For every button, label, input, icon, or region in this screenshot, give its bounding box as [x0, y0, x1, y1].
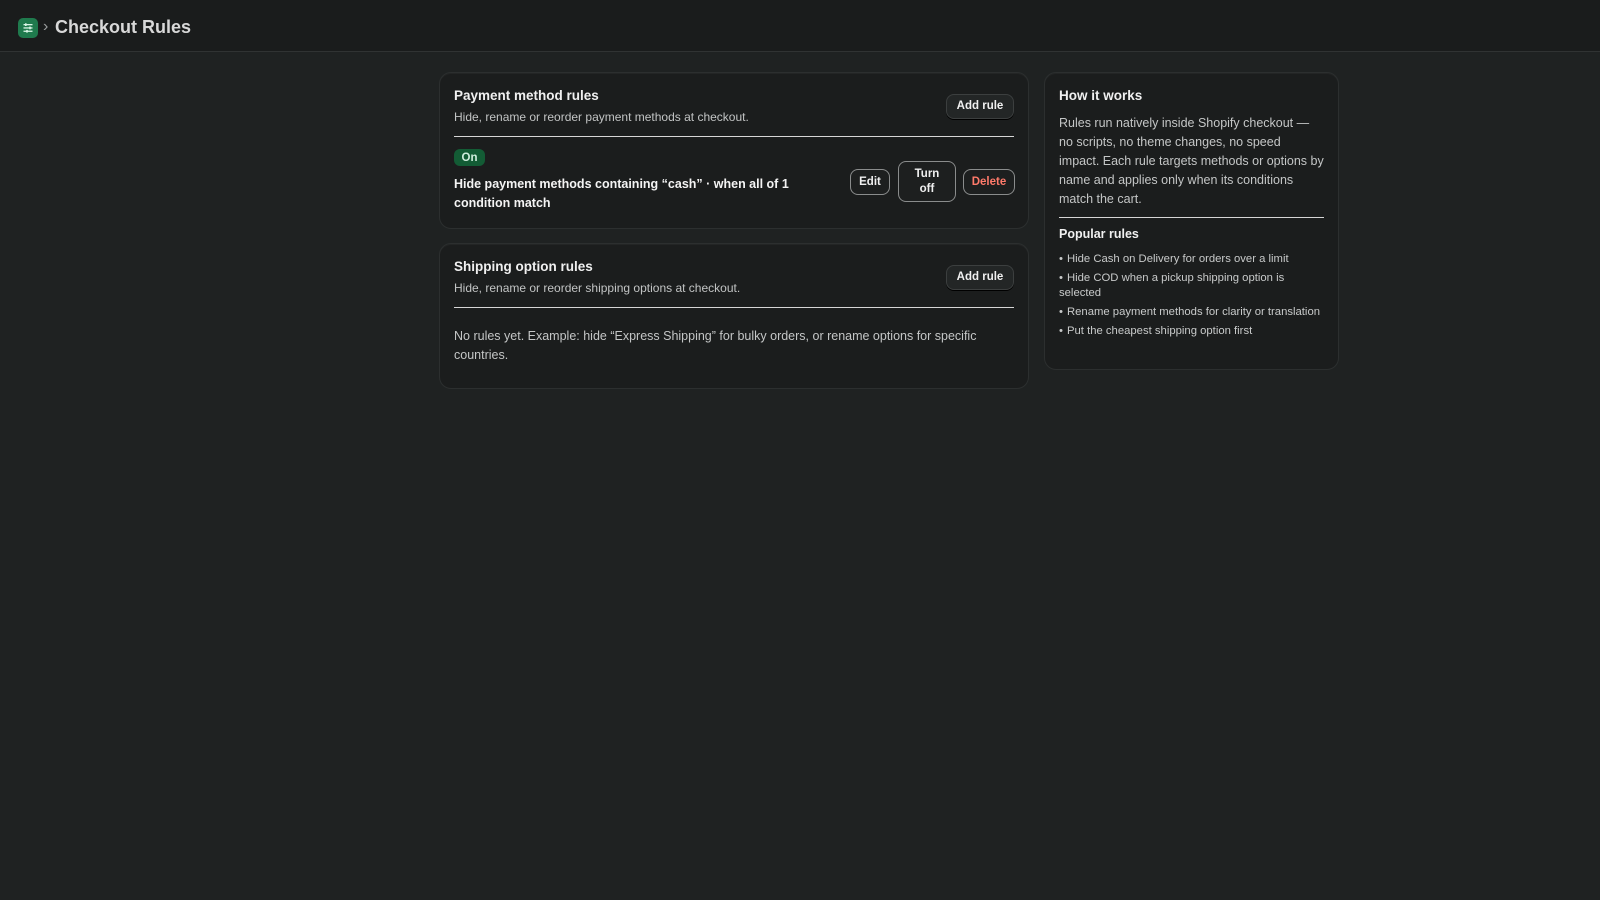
add-payment-rule-button[interactable]: Add rule — [946, 94, 1014, 119]
delete-rule-button[interactable]: Delete — [963, 169, 1015, 195]
popular-rule-text: Hide COD when a pickup shipping option i… — [1059, 272, 1285, 299]
top-bar: › Checkout Rules — [0, 0, 1600, 52]
list-settings-icon[interactable] — [18, 18, 38, 38]
popular-rule-text: Rename payment methods for clarity or tr… — [1066, 306, 1321, 318]
payment-rules-subtitle: Hide, rename or reorder payment methods … — [454, 110, 749, 124]
turn-off-rule-button[interactable]: Turn off — [898, 161, 956, 202]
shipping-rules-divider — [454, 307, 1014, 308]
popular-rules-title: Popular rules — [1059, 227, 1139, 241]
payment-rules-title: Payment method rules — [454, 88, 599, 103]
payment-rules-divider — [454, 136, 1014, 137]
popular-rules-list: • Hide Cash on Delivery for orders over a… — [1059, 252, 1327, 343]
shipping-rules-card: Shipping option rules Hide, rename or re… — [439, 243, 1029, 389]
shipping-rules-subtitle: Hide, rename or reorder shipping options… — [454, 281, 741, 295]
popular-rule-text: Hide Cash on Delivery for orders over a … — [1066, 253, 1289, 265]
payment-rules-card: Payment method rules Hide, rename or reo… — [439, 72, 1029, 229]
rule-status-badge: On — [454, 149, 485, 166]
edit-rule-button[interactable]: Edit — [850, 169, 890, 195]
how-it-works-divider — [1059, 217, 1324, 218]
popular-rule-item: • Hide COD when a pickup shipping option … — [1059, 272, 1285, 299]
how-it-works-description: Rules run natively inside Shopify checko… — [1059, 116, 1324, 206]
popular-rule-item: • Hide Cash on Delivery for orders over a… — [1059, 253, 1289, 265]
shipping-rules-title: Shipping option rules — [454, 259, 593, 274]
how-it-works-title: How it works — [1059, 88, 1143, 103]
popular-rule-item: • Rename payment methods for clarity or t… — [1059, 306, 1321, 318]
add-shipping-rule-button[interactable]: Add rule — [946, 265, 1014, 290]
page-title: Checkout Rules — [55, 17, 192, 37]
shipping-empty-state: No rules yet. Example: hide “Express Shi… — [454, 329, 977, 362]
how-it-works-card: How it works Rules run natively inside S… — [1044, 72, 1339, 370]
breadcrumb-separator: › — [43, 18, 49, 35]
popular-rule-text: Put the cheapest shipping option first — [1066, 325, 1253, 337]
rule-description: Hide payment methods containing “cash” ·… — [454, 177, 789, 210]
popular-rule-item: • Put the cheapest shipping option first — [1059, 325, 1253, 337]
